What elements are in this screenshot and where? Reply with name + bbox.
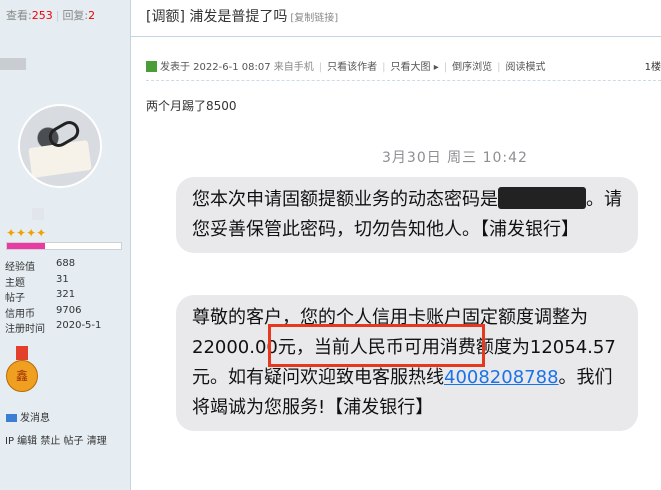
page-title: [调额] 浦发是普提了吗 [复制链接]	[146, 9, 339, 25]
medal-icon[interactable]: 鑫	[6, 346, 38, 396]
info-row: 帖子 321	[5, 289, 76, 304]
admin-actions[interactable]: IP 编辑 禁止 帖子 清理	[5, 432, 107, 447]
phone-link[interactable]: 4008208788	[444, 367, 559, 388]
sms-date: 3月30日 周三 10:42	[382, 150, 528, 166]
reader-mode-link[interactable]: 阅读模式	[505, 62, 545, 73]
level-progress-fill	[7, 243, 45, 249]
sms-bubble-1: 您本次申请固额提额业务的动态密码是 。请您妥善保管此密码，切勿告知他人。【浦发银行…	[176, 177, 638, 253]
user-group-badge	[32, 208, 44, 220]
thread-header: [调额] 浦发是普提了吗 [复制链接]	[130, 0, 661, 37]
info-row: 信用币 9706	[5, 304, 82, 320]
highlight-box	[268, 324, 485, 367]
copy-link-button[interactable]: [复制链接]	[290, 13, 338, 24]
user-sidebar: 查看:253 | 回复:2 ✦✦✦✦ 经验值 688 主题 31 帖子 321 信用币 97…	[0, 0, 131, 490]
avatar[interactable]	[18, 104, 102, 188]
send-message-link[interactable]: 发消息	[6, 409, 50, 424]
thread-stats: 查看:253 | 回复:2	[6, 9, 96, 22]
rank-stars: ✦✦✦✦	[6, 226, 47, 240]
info-row: 经验值 688	[5, 258, 76, 273]
poster-status-icon	[146, 61, 157, 72]
from-mobile: 来自手机	[273, 62, 314, 73]
triangle-right-icon: ▸	[433, 62, 439, 73]
post-meta-bar: 发表于 2022-6-1 08:07 来自手机 | 只看该作者 | 只看大图 ▸ | 倒序浏…	[146, 58, 661, 74]
divider	[146, 80, 661, 81]
mail-icon	[6, 414, 17, 422]
only-author-link[interactable]: 只看该作者	[327, 62, 377, 73]
post-message: 两个月踢了8500	[146, 99, 237, 113]
redacted-code	[498, 187, 586, 209]
level-progress-bar	[6, 242, 122, 250]
big-image-link[interactable]: 只看大图	[391, 62, 431, 73]
view-count: 253	[31, 9, 53, 22]
info-row: 注册时间 2020-5-1	[5, 320, 102, 335]
sms-screenshot[interactable]: 3月30日 周三 10:42 您本次申请固额提额业务的动态密码是 。请您妥善保管此…	[146, 125, 661, 490]
username-redacted[interactable]	[0, 58, 26, 70]
user-info: 经验值 688 主题 31 帖子 321 信用币 9706 注册时间 2020-5-1	[5, 258, 101, 336]
floor-number[interactable]: 1楼	[645, 58, 661, 73]
reverse-order-link[interactable]: 倒序浏览	[452, 62, 492, 73]
reply-count: 2	[88, 9, 96, 22]
info-row: 主题 31	[5, 273, 69, 289]
